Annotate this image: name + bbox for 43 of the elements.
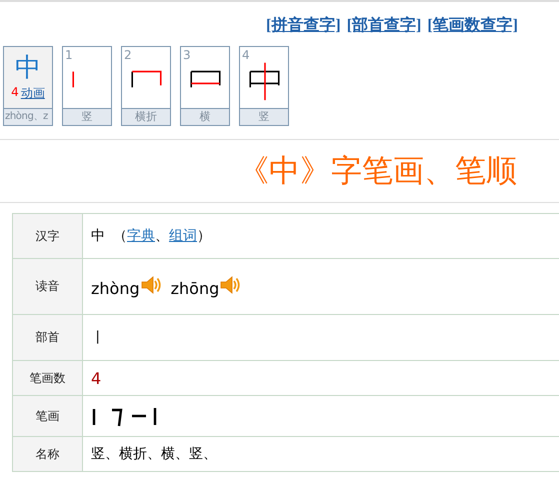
pinyin-label: zhòng、z [4, 108, 52, 125]
row-label: 汉字 [12, 214, 82, 258]
speaker-icon[interactable] [140, 275, 163, 295]
stroke-name: 竖 [240, 108, 288, 125]
search-link[interactable]: [笔画数查字] [427, 15, 518, 43]
row-label: 读音 [12, 258, 82, 314]
row-label: 名称 [12, 436, 82, 472]
animation-link[interactable]: 动画 [20, 85, 45, 102]
stroke-count: 4 [11, 85, 19, 101]
stroke-drawing [92, 409, 96, 425]
stroke-name: 横折 [122, 108, 170, 125]
stroke-order-drawing [249, 62, 280, 100]
stroke-order-drawing [190, 70, 221, 88]
bracket: （ [113, 228, 127, 244]
stroke-name: 横 [181, 108, 229, 125]
character: 中 [91, 228, 105, 244]
stroke-drawing [112, 408, 122, 426]
row-label: 笔画数 [12, 360, 82, 396]
cell-text: 竖、横折、横、竖、 [91, 446, 217, 462]
search-link[interactable]: [部首查字] [346, 15, 422, 43]
stroke-order-drawing [72, 72, 74, 88]
separator: 、 [155, 228, 169, 244]
pinyin: zhòng [91, 279, 140, 298]
stroke-count: 4 [91, 368, 102, 388]
step-number: 4 [242, 48, 250, 62]
speaker-icon[interactable] [220, 275, 242, 295]
search-link[interactable]: [拼音查字] [266, 15, 341, 43]
character: 中 [14, 53, 42, 83]
page-title: 《中》字笔画、笔顺 [238, 152, 517, 190]
stroke-drawing [154, 408, 156, 425]
step-number: 1 [65, 48, 73, 62]
stroke-drawing [132, 414, 146, 418]
stroke-order-drawing [131, 70, 162, 88]
row-label: 部首 [12, 314, 82, 360]
bracket: ） [197, 228, 211, 244]
step-number: 3 [183, 48, 191, 62]
step-number: 2 [124, 48, 132, 62]
dictionary-link[interactable]: 组词 [169, 228, 197, 244]
row-label: 笔画 [12, 396, 82, 436]
pinyin: zhōng [170, 279, 220, 298]
dictionary-link[interactable]: 字典 [127, 228, 155, 244]
cell-text: 丨 [91, 330, 105, 346]
stroke-name: 竖 [63, 108, 111, 125]
